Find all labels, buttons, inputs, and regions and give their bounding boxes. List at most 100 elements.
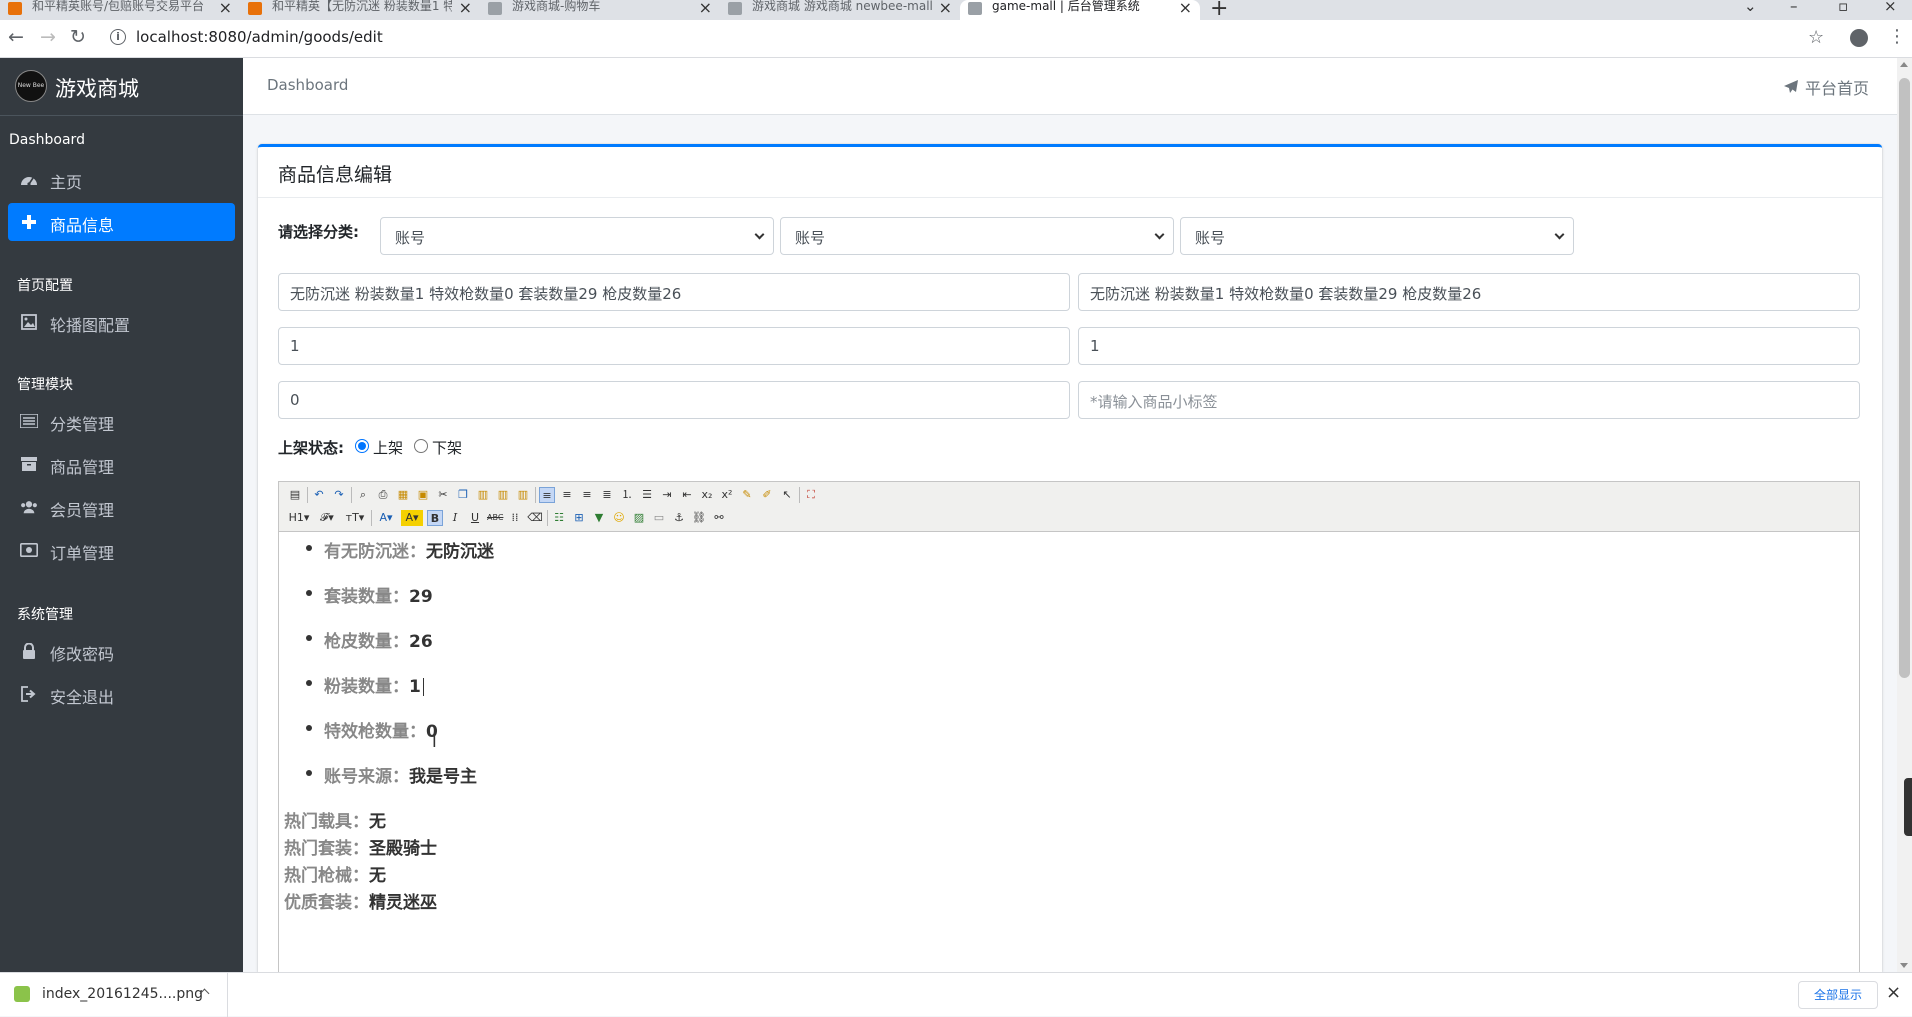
align-left-icon[interactable]: ≡: [539, 487, 555, 503]
tab-close-icon[interactable]: ×: [699, 0, 712, 17]
fullscreen-icon[interactable]: ⛶: [803, 487, 819, 503]
reload-icon[interactable]: ↻: [70, 26, 86, 48]
bold-icon[interactable]: B: [427, 510, 443, 526]
sidebar-item-home[interactable]: 主页: [8, 160, 235, 198]
window-close-icon[interactable]: ×: [1884, 0, 1897, 15]
emoticon-icon[interactable]: ☺: [611, 510, 627, 526]
new-tab-button[interactable]: +: [1210, 0, 1228, 21]
show-all-downloads-button[interactable]: 全部显示: [1798, 981, 1878, 1009]
ordered-list-icon[interactable]: ⒈: [619, 487, 635, 503]
sidebar-item-password[interactable]: 修改密码: [8, 632, 235, 670]
editor-content[interactable]: 有无防沉迷：无防沉迷 套装数量：29 枪皮数量：26 粉装数量：1 特效枪数量：…: [279, 532, 1859, 976]
site-info-icon[interactable]: i: [110, 29, 126, 45]
status-off-label[interactable]: 下架: [432, 437, 462, 458]
platform-home-link[interactable]: 平台首页: [1783, 75, 1869, 99]
subscript-icon[interactable]: x₂: [699, 487, 715, 503]
browser-tab[interactable]: 游戏商城-购物车 ×: [480, 0, 720, 20]
minimize-icon[interactable]: –: [1790, 0, 1798, 15]
align-center-icon[interactable]: ≡: [559, 487, 575, 503]
underline-icon[interactable]: U: [467, 510, 483, 526]
italic-icon[interactable]: I: [447, 510, 463, 526]
scroll-down-icon[interactable]: [1900, 963, 1908, 968]
sidebar-item-goods-info[interactable]: 商品信息: [8, 203, 235, 241]
address-bar[interactable]: localhost:8080/admin/goods/edit: [136, 28, 383, 46]
link-icon[interactable]: ⛓: [691, 510, 707, 526]
forward-icon[interactable]: →: [40, 26, 56, 48]
back-icon[interactable]: ←: [8, 26, 24, 48]
brand-link[interactable]: New Bee 游戏商城: [0, 58, 243, 116]
navbar-dashboard-link[interactable]: Dashboard: [267, 76, 348, 94]
menu-kebab-icon[interactable]: ⋮: [1888, 26, 1906, 47]
font-size-dropdown[interactable]: тT▾: [343, 510, 367, 526]
scroll-up-icon[interactable]: [1900, 62, 1908, 67]
download-item[interactable]: index_20161245....png: [0, 973, 228, 1017]
font-family-dropdown[interactable]: 𝓕▾: [315, 510, 339, 526]
tab-close-icon[interactable]: ×: [459, 0, 472, 17]
align-right-icon[interactable]: ≡: [579, 487, 595, 503]
browser-tab[interactable]: 和平精英账号/包赔账号交易平台 ×: [0, 0, 240, 20]
select-all-icon[interactable]: ✐: [759, 487, 775, 503]
template-icon[interactable]: ▦: [395, 487, 411, 503]
sidebar-item-goods-manage[interactable]: 商品管理: [8, 445, 235, 483]
sidebar-item-logout[interactable]: 安全退出: [8, 675, 235, 713]
sidebar-item-members[interactable]: 会员管理: [8, 488, 235, 526]
line-height-icon[interactable]: ⁞⁞: [507, 510, 523, 526]
close-download-bar-icon[interactable]: ×: [1886, 982, 1901, 1003]
unlink-icon[interactable]: ⚯: [711, 510, 727, 526]
tab-close-icon[interactable]: ×: [939, 0, 952, 17]
clear-format-icon[interactable]: ✎: [739, 487, 755, 503]
indent-icon[interactable]: ⇥: [659, 487, 675, 503]
goods-tag-input[interactable]: *请输入商品小标签: [1078, 381, 1860, 419]
insert-image-icon[interactable]: ▨: [631, 510, 647, 526]
tab-close-icon[interactable]: ×: [1179, 0, 1192, 17]
tab-search-icon[interactable]: ⌄: [1744, 0, 1757, 15]
page-break-icon[interactable]: ▭: [651, 510, 667, 526]
tab-close-icon[interactable]: ×: [219, 0, 232, 17]
preview-icon[interactable]: ⌕: [355, 487, 371, 503]
cut-icon[interactable]: ✂: [435, 487, 451, 503]
anchor-icon[interactable]: ⚓: [671, 510, 687, 526]
source-icon[interactable]: ▤: [287, 487, 303, 503]
sidebar-item-carousel[interactable]: 轮播图配置: [8, 303, 235, 341]
paste-word-icon[interactable]: ▥: [515, 487, 531, 503]
browser-tab[interactable]: 和平精英【无防沉迷 粉装数量1 特效枪 ×: [240, 0, 480, 20]
insert-hr-icon[interactable]: ☷: [551, 510, 567, 526]
goods-name-input[interactable]: 无防沉迷 粉装数量1 特效枪数量0 套装数量29 枪皮数量26: [278, 273, 1070, 311]
scrollbar-thumb[interactable]: [1899, 78, 1910, 678]
unordered-list-icon[interactable]: ☰: [639, 487, 655, 503]
status-on-label[interactable]: 上架: [373, 437, 403, 458]
copy-icon[interactable]: ❐: [455, 487, 471, 503]
code-icon[interactable]: ▣: [415, 487, 431, 503]
side-panel-handle[interactable]: [1904, 778, 1912, 836]
strikethrough-icon[interactable]: ABC: [487, 510, 503, 526]
category-select-level2[interactable]: 账号: [780, 217, 1174, 255]
goods-intro-input[interactable]: 无防沉迷 粉装数量1 特效枪数量0 套装数量29 枪皮数量26: [1078, 273, 1860, 311]
paste-text-icon[interactable]: ▥: [495, 487, 511, 503]
profile-avatar[interactable]: [1850, 29, 1868, 47]
redo-icon[interactable]: ↷: [331, 487, 347, 503]
category-select-level3[interactable]: 账号: [1180, 217, 1574, 255]
superscript-icon[interactable]: x²: [719, 487, 735, 503]
stock-input[interactable]: 0: [278, 381, 1070, 419]
browser-tab[interactable]: 游戏商城 游戏商城 newbee-mall ×: [720, 0, 960, 20]
status-off-radio[interactable]: [414, 439, 428, 453]
heading-dropdown[interactable]: H1▾: [287, 510, 311, 526]
eraser-icon[interactable]: ⌫: [527, 510, 543, 526]
sidebar-item-orders[interactable]: 订单管理: [8, 531, 235, 569]
sidebar-item-category[interactable]: 分类管理: [8, 402, 235, 440]
insert-table-icon[interactable]: ⊞: [571, 510, 587, 526]
restore-icon[interactable]: ▫: [1838, 0, 1848, 15]
pointer-icon[interactable]: ↖: [779, 487, 795, 503]
print-icon[interactable]: ⎙: [375, 487, 391, 503]
highlight-color-icon[interactable]: A▾: [401, 510, 423, 526]
outdent-icon[interactable]: ⇤: [679, 487, 695, 503]
browser-tab-active[interactable]: game-mall | 后台管理系统 ×: [960, 0, 1200, 20]
font-color-icon[interactable]: A▾: [375, 510, 397, 526]
align-justify-icon[interactable]: ≣: [599, 487, 615, 503]
status-on-radio[interactable]: [355, 439, 369, 453]
paste-icon[interactable]: ▥: [475, 487, 491, 503]
bookmark-star-icon[interactable]: ☆: [1808, 27, 1824, 48]
insert-date-icon[interactable]: ▼: [591, 510, 607, 526]
original-price-input[interactable]: 1: [278, 327, 1070, 365]
undo-icon[interactable]: ↶: [311, 487, 327, 503]
